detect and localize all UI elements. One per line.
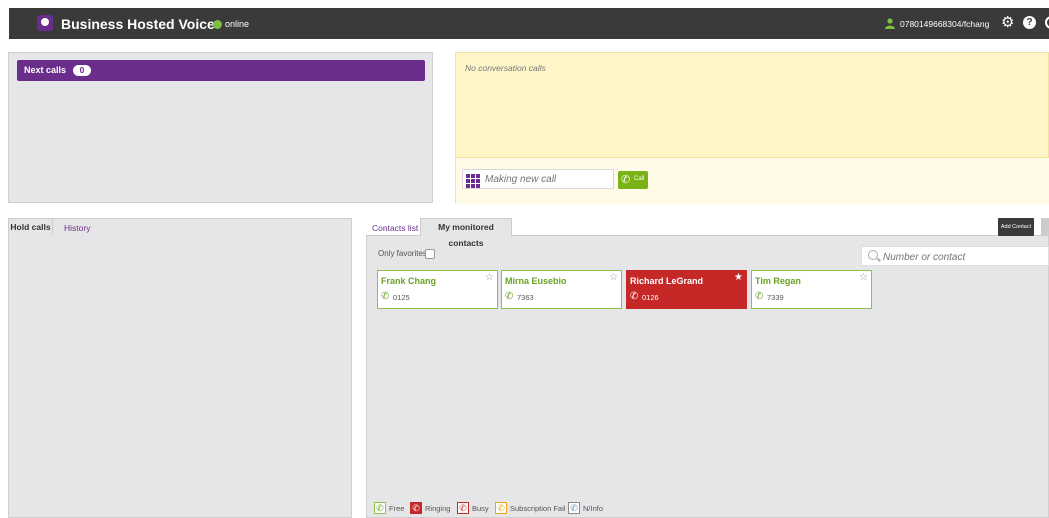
contact-card[interactable]: Frank Chang ☆ ✆ 0125: [377, 270, 498, 309]
help-icon[interactable]: ?: [1023, 16, 1036, 29]
only-favorites-label: Only favorites: [378, 249, 427, 258]
new-call-bar: ✆ Call: [456, 157, 1049, 204]
subscription-fail-icon: ✆: [495, 502, 507, 514]
next-calls-count-badge: 0: [73, 65, 91, 76]
star-icon[interactable]: ★: [734, 272, 743, 283]
contact-number: 0125: [393, 293, 410, 302]
free-phone-icon: ✆: [374, 502, 386, 514]
more-button[interactable]: [1041, 218, 1049, 236]
search-icon: [868, 250, 878, 260]
tab-contacts-list[interactable]: Contacts list: [372, 223, 418, 233]
add-contact-button[interactable]: Add Contact: [998, 218, 1034, 236]
phone-icon: ✆: [505, 291, 514, 302]
search-box: [861, 246, 1049, 266]
no-conversation-text: No conversation calls: [465, 63, 546, 73]
contact-number: 7363: [517, 293, 534, 302]
top-bar: Business Hosted Voice online 07801496683…: [9, 8, 1049, 39]
legend-ringing: Ringing: [425, 504, 451, 513]
contact-card[interactable]: Mirna Eusebio ☆ ✆ 7363: [501, 270, 622, 309]
ringing-phone-icon: ✆: [630, 291, 639, 302]
hold-calls-panel: [8, 218, 352, 518]
contact-number: 0126: [642, 293, 659, 302]
phone-icon: ✆: [755, 291, 764, 302]
gear-icon[interactable]: ⚙: [1001, 15, 1014, 31]
call-button-label: Call: [634, 176, 645, 182]
star-icon[interactable]: ☆: [859, 272, 868, 283]
dialpad-icon[interactable]: [466, 174, 480, 188]
app-title: Business Hosted Voice: [61, 16, 215, 32]
tab-history[interactable]: History: [64, 223, 90, 233]
legend-busy: Busy: [472, 504, 489, 513]
tab-hold-calls[interactable]: Hold calls: [8, 218, 53, 235]
ringing-phone-icon: ✆: [410, 502, 422, 514]
power-icon[interactable]: [1045, 16, 1049, 29]
call-button[interactable]: ✆ Call: [618, 171, 648, 189]
contact-number: 7339: [767, 293, 784, 302]
contact-name: Frank Chang: [381, 276, 437, 286]
ninfo-phone-icon: ✆: [568, 502, 580, 514]
status-text[interactable]: online: [225, 19, 249, 29]
contact-card[interactable]: Richard LeGrand ★ ✆ 0126: [626, 270, 747, 309]
new-call-input[interactable]: [462, 169, 614, 189]
legend-ninfo: N/Info: [583, 504, 604, 513]
star-icon[interactable]: ☆: [609, 272, 618, 283]
only-favorites-checkbox[interactable]: [425, 249, 435, 259]
search-input[interactable]: [881, 250, 1045, 265]
contact-card[interactable]: Tim Regan ☆ ✆ 7339: [751, 270, 872, 309]
contact-name: Mirna Eusebio: [505, 276, 567, 286]
legend-free: Free: [389, 504, 405, 513]
busy-phone-icon: ✆: [457, 502, 469, 514]
tab-my-monitored-contacts[interactable]: My monitored contacts: [420, 218, 512, 248]
next-calls-panel: Next calls 0: [8, 52, 433, 203]
contact-name: Tim Regan: [755, 276, 801, 286]
legend-subscription-fail: Subscription Fail: [510, 504, 566, 513]
phone-icon: ✆: [381, 291, 390, 302]
contact-name: Richard LeGrand: [630, 276, 704, 286]
user-account[interactable]: 0780149668304/fchang: [900, 19, 989, 29]
star-icon[interactable]: ☆: [485, 272, 494, 283]
app-logo-icon: [37, 15, 53, 31]
conversation-panel: No conversation calls ✆ Call: [455, 52, 1049, 204]
next-calls-label: Next calls: [24, 65, 67, 75]
user-icon: [885, 18, 895, 29]
next-calls-bar: Next calls 0: [17, 60, 425, 81]
phone-icon: ✆: [621, 174, 631, 186]
online-status-icon: [213, 20, 222, 29]
